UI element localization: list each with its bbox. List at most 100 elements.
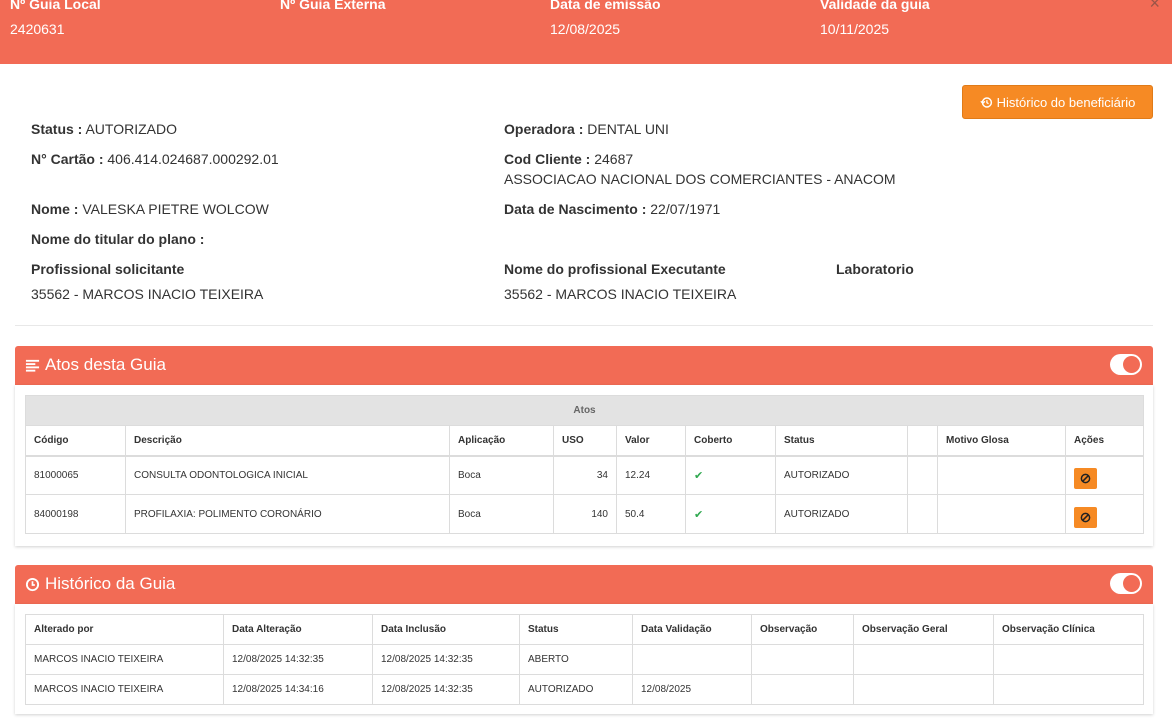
status-label: Status :: [31, 121, 83, 137]
nome-value: VALESKA PIETRE WOLCOW: [82, 201, 269, 217]
col-acoes: Ações: [1064, 425, 1145, 457]
cod-cliente-value: 24687: [594, 151, 634, 167]
operadora-value: DENTAL UNI: [587, 121, 669, 137]
historico-panel-toggle[interactable]: [1110, 573, 1142, 594]
col-codigo[interactable]: Código: [25, 425, 126, 457]
check-icon: ✔: [685, 455, 776, 495]
cell-valor: 12.24: [616, 455, 686, 495]
cancel-ato-button[interactable]: [1074, 506, 1097, 528]
col-descricao[interactable]: Descrição: [125, 425, 450, 457]
prof-solicitante-label: Profissional solicitante: [31, 261, 185, 277]
validade-label: Validade da guia: [820, 0, 930, 12]
cell-obs-geral: [853, 674, 994, 705]
col-data-inclusao[interactable]: Data Inclusão: [372, 614, 520, 645]
cell-alterado-por: MARCOS INACIO TEIXEIRA: [25, 644, 224, 675]
col-aplicacao[interactable]: Aplicação: [449, 425, 554, 457]
cancel-ato-button[interactable]: [1074, 467, 1097, 489]
guia-externa-label: Nº Guia Externa: [280, 0, 386, 12]
guia-header: Nº Guia Local 2420631 Nº Guia Externa Da…: [0, 0, 1172, 64]
atos-panel-title: Atos desta Guia: [25, 355, 166, 375]
nascimento-value: 22/07/1971: [650, 201, 721, 217]
cartao-label: N° Cartão :: [31, 151, 104, 167]
cell-data-inclusao: 12/08/2025 14:32:35: [372, 644, 520, 675]
validade-value: 10/11/2025: [820, 21, 890, 37]
cartao-info: N° Cartão : 406.414.024687.000292.01: [31, 151, 279, 167]
data-emissao-value: 12/08/2025: [550, 21, 621, 37]
table-row: MARCOS INACIO TEIXEIRA 12/08/2025 14:34:…: [25, 674, 1144, 705]
col-data-validacao[interactable]: Data Validação: [632, 614, 752, 645]
cell-aplicacao: Boca: [449, 455, 554, 495]
col-observacao-clinica[interactable]: Observação Clínica: [993, 614, 1144, 645]
atos-group-header: Atos: [24, 395, 1145, 426]
cell-obs: [751, 674, 854, 705]
cell-data-validacao: [632, 644, 752, 675]
cell-data-inclusao: 12/08/2025 14:32:35: [372, 674, 520, 705]
historico-panel-body: Alterado por Data Alteração Data Inclusã…: [15, 604, 1153, 714]
cell-codigo: 81000065: [25, 455, 126, 495]
nascimento-info: Data de Nascimento : 22/07/1971: [504, 201, 720, 217]
atos-panel-toggle[interactable]: [1110, 354, 1142, 375]
cell-data-alteracao: 12/08/2025 14:34:16: [223, 674, 373, 705]
list-icon: [25, 359, 40, 372]
col-observacao[interactable]: Observação: [751, 614, 854, 645]
cell-status: AUTORIZADO: [519, 674, 633, 705]
cell-acoes: [1064, 494, 1145, 534]
cliente-nome: ASSOCIACAO NACIONAL DOS COMERCIANTES - A…: [504, 171, 896, 187]
nascimento-label: Data de Nascimento :: [504, 201, 647, 217]
cell-uso: 140: [553, 494, 617, 534]
col-uso[interactable]: USO: [553, 425, 617, 457]
historico-beneficiario-button[interactable]: Histórico do beneficiário: [962, 85, 1153, 119]
cell-acoes: [1064, 455, 1145, 495]
historico-column-headers: Alterado por Data Alteração Data Inclusã…: [25, 614, 1144, 645]
status-info: Status : AUTORIZADO: [31, 121, 177, 137]
titular-label: Nome do titular do plano :: [31, 231, 205, 247]
cell-obs-clinica: [993, 644, 1144, 675]
atos-column-headers: Código Descrição Aplicação USO Valor Cob…: [25, 425, 1145, 457]
col-observacao-geral[interactable]: Observação Geral: [853, 614, 994, 645]
atos-panel-header: Atos desta Guia: [15, 346, 1153, 385]
history-icon: [979, 96, 992, 108]
historico-beneficiario-label: Histórico do beneficiário: [996, 94, 1136, 110]
atos-panel-body: Atos Código Descrição Aplicação USO Valo…: [15, 385, 1153, 546]
ban-icon: [1080, 473, 1091, 484]
cell-obs-clinica: [993, 674, 1144, 705]
guia-local-value: 2420631: [10, 21, 65, 37]
col-extra: [907, 425, 938, 457]
table-row: 84000198 PROFILAXIA: POLIMENTO CORONÁRIO…: [25, 494, 1145, 534]
nome-label: Nome :: [31, 201, 79, 217]
cell-motivo: [937, 494, 1066, 534]
cell-data-alteracao: 12/08/2025 14:32:35: [223, 644, 373, 675]
cell-obs: [751, 644, 854, 675]
cell-codigo: 84000198: [25, 494, 126, 534]
col-alterado-por[interactable]: Alterado por: [25, 614, 224, 645]
cell-status: AUTORIZADO: [775, 494, 908, 534]
col-status[interactable]: Status: [519, 614, 633, 645]
cell-data-validacao: 12/08/2025: [632, 674, 752, 705]
col-status[interactable]: Status: [775, 425, 908, 457]
col-data-alteracao[interactable]: Data Alteração: [223, 614, 373, 645]
col-coberto[interactable]: Coberto: [685, 425, 776, 457]
close-icon[interactable]: ×: [1149, 0, 1160, 12]
operadora-info: Operadora : DENTAL UNI: [504, 121, 669, 137]
cell-aplicacao: Boca: [449, 494, 554, 534]
prof-executante-value: 35562 - MARCOS INACIO TEIXEIRA: [504, 286, 737, 302]
cell-extra: [907, 494, 938, 534]
cell-uso: 34: [553, 455, 617, 495]
prof-solicitante-value: 35562 - MARCOS INACIO TEIXEIRA: [31, 286, 264, 302]
ban-icon: [1080, 512, 1091, 522]
cell-status: ABERTO: [519, 644, 633, 675]
cod-cliente-info: Cod Cliente : 24687: [504, 151, 633, 167]
nome-info: Nome : VALESKA PIETRE WOLCOW: [31, 201, 269, 217]
guia-local-label: Nº Guia Local: [10, 0, 101, 12]
cell-descricao: CONSULTA ODONTOLOGICA INICIAL: [125, 455, 450, 495]
cell-alterado-por: MARCOS INACIO TEIXEIRA: [25, 674, 224, 705]
cell-descricao: PROFILAXIA: POLIMENTO CORONÁRIO: [125, 494, 450, 534]
col-motivo-glosa[interactable]: Motivo Glosa: [937, 425, 1066, 457]
status-value: AUTORIZADO: [85, 121, 177, 137]
col-valor[interactable]: Valor: [616, 425, 686, 457]
historico-title-text: Histórico da Guia: [45, 574, 176, 593]
clock-icon: [25, 577, 40, 591]
table-row: 81000065 CONSULTA ODONTOLOGICA INICIAL B…: [25, 455, 1145, 495]
section-divider: [15, 325, 1153, 326]
cartao-value: 406.414.024687.000292.01: [107, 151, 279, 167]
